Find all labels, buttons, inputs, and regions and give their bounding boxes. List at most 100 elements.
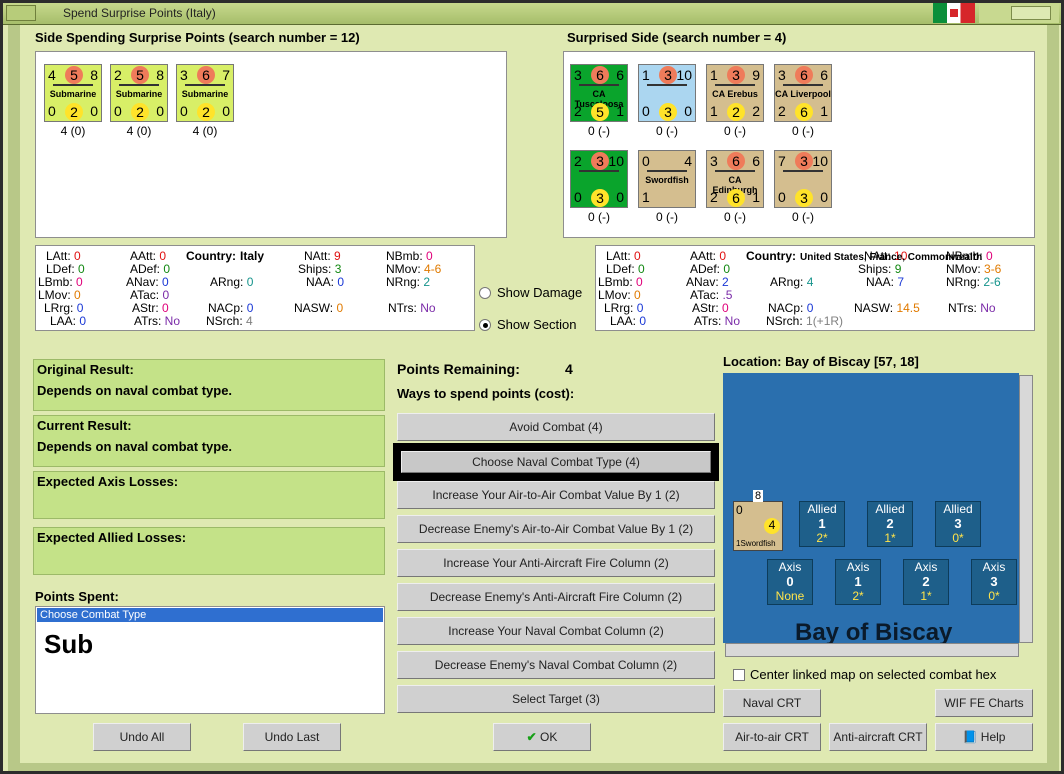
points-spent-item[interactable]: Choose Combat Type [37,608,383,622]
axis-box[interactable]: Axis 3 0* [971,559,1017,605]
allied-box[interactable]: Allied 1 2* [799,501,845,547]
stat-adef: ADef: 0 [130,262,170,276]
points-spent-list[interactable]: Choose Combat Type Sub [35,606,385,714]
axis-box[interactable]: Axis 2 1* [903,559,949,605]
stat-label: NSrch: [206,314,247,328]
map-vertical-scrollbar[interactable] [1019,375,1033,643]
stat-label: NTrs: [388,301,421,315]
left-stats-panel: LAtt: 0 AAtt: 0 NAtt: 9 NBmb: 0 LDef: 0 ADef:… [35,245,475,331]
unit-counter[interactable]: 366CA Tuscaloosa251 [570,64,628,122]
stat-ntrs: NTrs: No [388,301,436,315]
stat-astr: AStr: 0 [692,301,729,315]
spend-option-button[interactable]: Select Target (3) [397,685,715,713]
spend-option-button[interactable]: Decrease Enemy's Air-to-Air Combat Value… [397,515,715,543]
axis-losses-label: Expected Axis Losses: [37,474,179,489]
unit-name-row: 1Swordfish [736,539,776,548]
stat-value: 0 [74,288,81,302]
allied-box[interactable]: Allied 2 1* [867,501,913,547]
title-bar: Spend Surprise Points (Italy) [3,3,1061,25]
show-section-radio[interactable]: Show Section [479,317,577,332]
unit-name: Swordfish [740,539,776,548]
help-button[interactable]: 📘 Help [935,723,1033,751]
box-label: Allied [875,502,905,516]
map-horizontal-scrollbar[interactable] [725,643,1019,657]
box-value: 1* [884,531,896,545]
spend-option-button[interactable]: Increase Your Air-to-Air Combat Value By… [397,481,715,509]
unit-counter[interactable]: 366CA Edinburgh261 [706,150,764,208]
stat-value: 1(+1R) [806,314,844,328]
unit-counter[interactable]: 7 3 10 0 3 0 [774,150,832,208]
window-title: Spend Surprise Points (Italy) [63,6,216,20]
stat-label: ARng: [210,275,247,289]
unit-counter[interactable]: 0 4 Swordfish 1 [638,150,696,208]
axis-box[interactable]: Axis 0 None [767,559,813,605]
wif-charts-button[interactable]: WIF FE Charts [935,689,1033,717]
undo-last-button[interactable]: Undo Last [243,723,341,751]
stat-lbmb: LBmb: 0 [598,275,643,289]
points-remaining-value: 4 [565,361,573,377]
ok-button[interactable]: ✔ OK [493,723,591,751]
center-map-checkbox[interactable]: Center linked map on selected combat hex [733,667,996,682]
stat-atac: ATac: .5 [690,288,732,302]
spend-option-button[interactable]: Decrease Enemy's Naval Combat Column (2) [397,651,715,679]
window-controls[interactable] [979,4,1059,23]
country-row: Country: Italy [186,249,264,263]
swordfish-counter[interactable]: 0 4 1Swordfish [733,501,783,551]
spend-option-button[interactable]: Choose Naval Combat Type (4) [393,443,719,481]
stat-label: LBmb: [598,275,637,289]
unit-bottom-right: 1 [820,103,828,119]
stat-arng: ARng: 0 [210,275,253,289]
current-result-value: Depends on naval combat type. [37,439,233,454]
stat-label: ATac: [690,288,723,302]
stat-value: 2 [423,275,431,289]
unit-counter[interactable]: 4 5 8 Submarine 0 2 0 [44,64,102,122]
stat-nasw: NASW: 14.5 [854,301,920,315]
undo-all-button[interactable]: Undo All [93,723,191,751]
box-number: 2 [886,516,894,531]
stat-ships: Ships: 3 [298,262,341,276]
spend-option-button[interactable]: Increase Your Naval Combat Column (2) [397,617,715,645]
map-view[interactable]: 0 4 1Swordfish 8 Allied 1 2* Allied 2 1* Allie… [723,373,1019,643]
stat-label: ANav: [126,275,163,289]
close-button[interactable] [1011,6,1051,20]
stat-naa: NAA: 7 [866,275,904,289]
naval-crt-button[interactable]: Naval CRT [723,689,821,717]
box-value: 0* [988,589,1000,603]
original-result-label: Original Result: [37,362,134,377]
stat-label: NACp: [208,301,247,315]
unit-counter[interactable]: 3 6 7 Submarine 0 2 0 [176,64,234,122]
stat-value: 4-6 [424,262,442,276]
spend-option-button[interactable]: Avoid Combat (4) [397,413,715,441]
stat-label: NBmb: [386,249,427,263]
unit-counter[interactable]: 1 3 9 CA Erebus 1 2 2 [706,64,764,122]
unit-name: Submarine [115,89,163,99]
anti-aircraft-crt-button[interactable]: Anti-aircraft CRT [829,723,927,751]
stat-nacp: NACp: 0 [768,301,813,315]
spend-option-button[interactable]: Increase Your Anti-Aircraft Fire Column … [397,549,715,577]
unit-counter[interactable]: 3 6 6 CA Liverpool 2 6 1 [774,64,832,122]
stat-value: No [164,314,181,328]
ok-label: OK [540,730,558,744]
stat-label: ADef: [690,262,724,276]
stat-value: 7 [897,275,905,289]
unit-name: Submarine [49,89,97,99]
points-spent-big: Sub [44,629,94,659]
allied-box[interactable]: Allied 3 0* [935,501,981,547]
stat-value: 2 [722,275,729,289]
air-to-air-crt-button[interactable]: Air-to-air CRT [723,723,821,751]
ship-icon [185,78,225,86]
stat-label: NASW: [294,301,337,315]
stat-value: 4 [806,275,814,289]
spend-option-button[interactable]: Decrease Enemy's Anti-Aircraft Fire Colu… [397,583,715,611]
stat-anav: ANav: 2 [686,275,729,289]
axis-box[interactable]: Axis 1 2* [835,559,881,605]
stat-label: NSrch: [766,314,807,328]
unit-counter[interactable]: 1 3 10 0 3 0 [638,64,696,122]
unit-counter[interactable]: 2 3 10 0 3 0 [570,150,628,208]
unit-counter[interactable]: 2 5 8 Submarine 0 2 0 [110,64,168,122]
location-label: Location: Bay of Biscay [57, 18] [723,354,919,369]
box-label: Allied [807,502,837,516]
left-units-panel: 4 5 8 Submarine 0 2 0 4 (0) 2 5 8 Submarine 0 2 0 4 (0)… [35,51,507,238]
show-damage-radio[interactable]: Show Damage [479,285,582,300]
system-menu-button[interactable] [6,5,36,21]
